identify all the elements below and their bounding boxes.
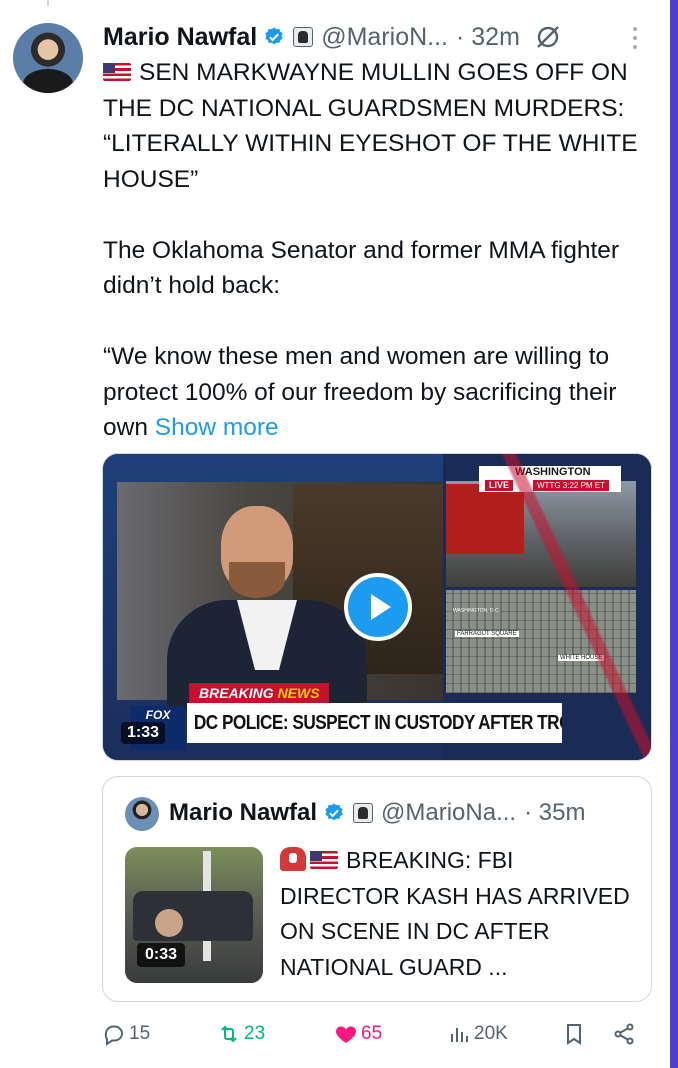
fire-truck [446, 484, 524, 554]
author-name[interactable]: Mario Nawfal [103, 23, 257, 52]
news-label: NEWS [277, 685, 320, 701]
quoted-author-avatar [125, 797, 159, 831]
like-button[interactable]: 65 [334, 1022, 382, 1046]
views-button[interactable]: 20K [447, 1022, 508, 1046]
views-icon [451, 1028, 468, 1042]
play-button-icon[interactable] [344, 573, 412, 641]
breaking-news-bar: BREAKING NEWS [189, 683, 329, 703]
video-player[interactable]: WASHINGTON LIVE WTTG 3:22 PM ET WASHINGT… [102, 453, 652, 761]
verified-badge-icon [323, 802, 345, 824]
live-badge: LIVE [485, 480, 514, 491]
action-bar: 15 23 65 20K [102, 1018, 652, 1054]
views-count: 20K [474, 1023, 508, 1044]
live-location-title: WASHINGTON [515, 466, 591, 478]
quoted-author-name: Mario Nawfal [169, 799, 318, 826]
us-flag-icon [103, 63, 131, 81]
map-label-city: WASHINGTON, D.C. [453, 608, 500, 614]
author-handle[interactable]: @MarioN... [321, 23, 448, 52]
reply-icon [104, 1025, 123, 1046]
map-label-square: FARRAGUT SQUARE [455, 631, 519, 637]
heart-icon [336, 1026, 356, 1043]
quoted-time: · 35m [524, 799, 586, 826]
thread-connector [47, 0, 49, 6]
siren-icon [280, 847, 306, 871]
bookmark-button[interactable] [562, 1022, 589, 1046]
news-chyron: DC POLICE: SUSPECT IN CUSTODY AFTER TROO… [187, 703, 562, 743]
share-button[interactable] [612, 1022, 639, 1046]
share-icon [614, 1023, 634, 1045]
retweet-count: 23 [244, 1023, 266, 1044]
retweet-button[interactable]: 23 [217, 1022, 265, 1046]
quoted-video-thumbnail[interactable]: 0:33 [125, 847, 263, 983]
video-duration: 1:33 [121, 722, 166, 744]
affiliate-badge-icon [293, 27, 314, 47]
grok-icon[interactable] [534, 23, 562, 51]
tweet-body: SEN MARKWAYNE MULLIN GOES OFF ON THE DC … [103, 55, 659, 446]
breaking-label: BREAKING [199, 685, 274, 701]
bookmark-icon [567, 1024, 581, 1045]
map-label-white-house: WHITE HOUSE [558, 655, 605, 661]
tweet-header: Mario Nawfal @MarioN... · 32m [103, 17, 663, 57]
tweet-time[interactable]: · 32m [456, 23, 520, 52]
quoted-video-duration: 0:33 [137, 943, 186, 967]
author-avatar[interactable] [13, 23, 83, 93]
scroll-edge [670, 0, 678, 1068]
like-count: 65 [361, 1023, 383, 1044]
more-options-icon[interactable] [633, 27, 639, 49]
live-station-time: WTTG 3:22 PM ET [533, 480, 610, 491]
tweet-paragraph-2: The Oklahoma Senator and former MMA figh… [103, 236, 626, 300]
quoted-tweet[interactable]: Mario Nawfal @MarioNa... · 35m 0:33 BREA… [102, 776, 652, 1002]
retweet-icon [221, 1025, 237, 1043]
quoted-author-handle: @MarioNa... [381, 799, 517, 826]
quoted-text: BREAKING: FBI DIRECTOR KASH HAS ARRIVED … [280, 843, 630, 985]
us-flag-icon [310, 851, 338, 869]
verified-badge-icon [263, 26, 285, 48]
show-more-link[interactable]: Show more [155, 414, 279, 441]
reply-count: 15 [129, 1023, 151, 1044]
affiliate-badge-icon [353, 803, 374, 823]
tweet-headline: SEN MARKWAYNE MULLIN GOES OFF ON THE DC … [103, 59, 645, 193]
quoted-header: Mario Nawfal @MarioNa... · 35m [169, 793, 585, 833]
reply-button[interactable]: 15 [102, 1022, 150, 1046]
